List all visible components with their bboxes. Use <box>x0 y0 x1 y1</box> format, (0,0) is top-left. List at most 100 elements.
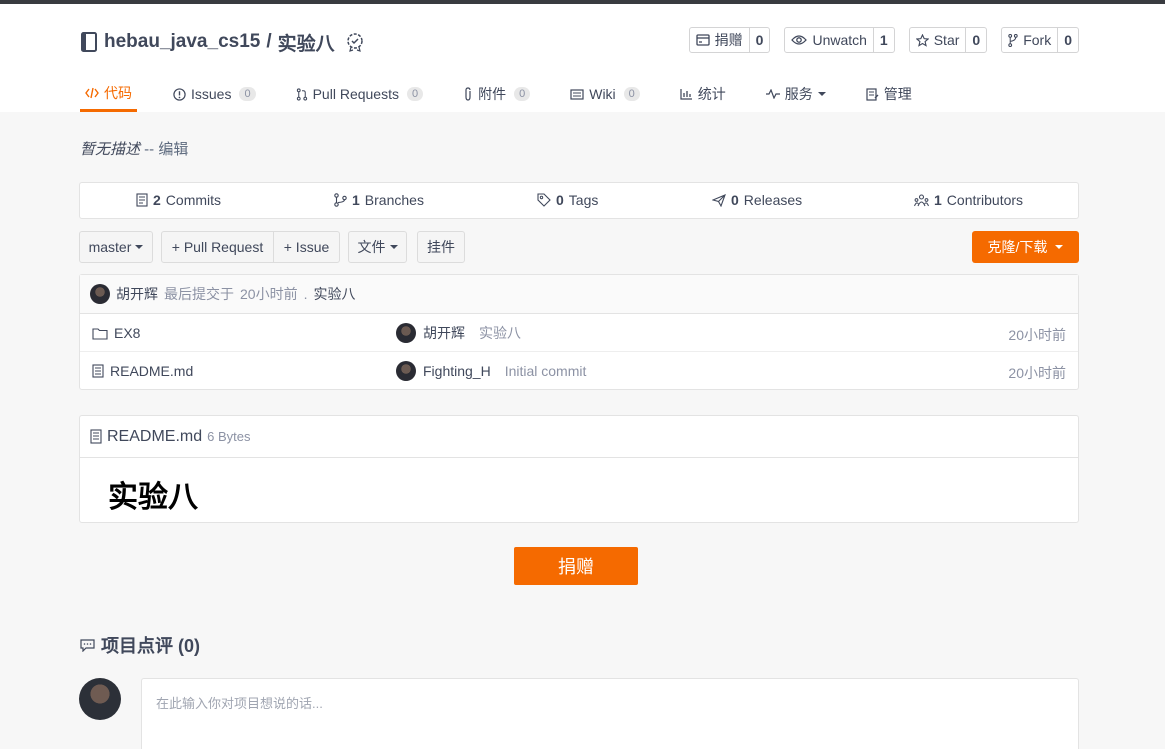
award-icon[interactable] <box>345 32 365 52</box>
stat-commits[interactable]: 2 Commits <box>136 192 221 208</box>
commits-icon <box>136 193 148 207</box>
stat-contributors-count: 1 <box>934 192 942 208</box>
last-commit-author[interactable]: 胡开辉 <box>116 284 158 304</box>
service-icon <box>765 89 780 99</box>
tab-wiki-label: Wiki <box>589 86 616 102</box>
clone-download-button[interactable]: 克隆/下载 <box>972 231 1079 263</box>
tab-services[interactable]: 服务 <box>761 76 831 112</box>
file-menu-label: 文件 <box>357 239 386 255</box>
watch-count[interactable]: 1 <box>872 28 894 52</box>
attachment-icon <box>463 87 473 101</box>
contributors-icon <box>914 193 929 207</box>
stat-contributors[interactable]: 1 Contributors <box>914 192 1023 208</box>
avatar[interactable] <box>396 361 416 381</box>
issue-icon <box>173 87 186 101</box>
new-pull-request-button[interactable]: + Pull Request <box>161 231 274 263</box>
new-issue-button[interactable]: + Issue <box>273 231 340 263</box>
release-icon <box>712 193 726 207</box>
tab-wiki[interactable]: Wiki 0 <box>565 76 645 112</box>
repo-name-link[interactable]: 实验八 <box>278 29 335 56</box>
avatar[interactable] <box>79 678 121 720</box>
star-action[interactable]: Star 0 <box>908 27 988 53</box>
file-icon <box>90 429 102 444</box>
new-pull-request-label: + Pull Request <box>171 239 264 255</box>
file-author[interactable]: 胡开辉 <box>423 323 465 343</box>
eye-icon <box>791 34 808 46</box>
avatar[interactable] <box>396 323 416 343</box>
file-icon <box>92 364 104 378</box>
donate-count[interactable]: 0 <box>748 28 770 52</box>
branch-select[interactable]: master <box>79 231 153 263</box>
tab-pull-requests-count: 0 <box>406 87 424 101</box>
manage-icon <box>866 87 879 101</box>
repo-header: hebau_java_cs15 / 实验八 捐赠 0 Unwatch 1 Sta… <box>0 4 1165 112</box>
fork-count[interactable]: 0 <box>1057 28 1078 52</box>
comments-title-text: 项目点评 (0) <box>101 636 200 656</box>
stat-branches[interactable]: 1 Branches <box>334 192 424 208</box>
last-commit-text: 最后提交于 <box>164 286 234 302</box>
repo-owner-link[interactable]: hebau_java_cs15 <box>104 31 260 53</box>
file-list: 胡开辉 最后提交于 20小时前 . 实验八 EX8 胡开辉 实验八 20小时前 … <box>79 274 1079 390</box>
last-commit-message[interactable]: 实验八 <box>313 284 355 304</box>
repo-title: hebau_java_cs15 / 实验八 <box>80 29 365 56</box>
file-commit-message[interactable]: Initial commit <box>505 363 587 379</box>
tab-wiki-count: 0 <box>623 87 640 101</box>
readme-heading: 实验八 <box>108 481 198 514</box>
table-row: README.md Fighting_H Initial commit 20小时… <box>80 352 1078 390</box>
readme-size: 6 Bytes <box>207 429 251 444</box>
tab-attachments-count: 0 <box>514 87 531 101</box>
file-name-link[interactable]: README.md <box>110 363 193 379</box>
readme-filename: README.md <box>107 427 203 445</box>
chevron-down-icon <box>817 92 826 96</box>
stat-tags-label: Tags <box>568 192 599 208</box>
repo-actions: 捐赠 0 Unwatch 1 Star 0 Fork 0 <box>688 27 1079 53</box>
tab-code[interactable]: 代码 <box>80 76 137 112</box>
last-commit-bar: 胡开辉 最后提交于 20小时前 . 实验八 <box>80 275 1078 314</box>
tab-attachments[interactable]: 附件 0 <box>458 76 535 112</box>
donate-action[interactable]: 捐赠 0 <box>688 27 771 53</box>
last-commit-dot: . <box>303 286 308 302</box>
tag-icon <box>537 193 551 207</box>
stat-releases[interactable]: 0 Releases <box>712 192 802 208</box>
tab-issues[interactable]: Issues 0 <box>168 76 261 112</box>
star-action-label: Star <box>933 32 960 48</box>
stat-branches-label: Branches <box>364 192 424 208</box>
star-count[interactable]: 0 <box>965 28 986 52</box>
tab-pull-requests[interactable]: Pull Requests 0 <box>291 76 429 112</box>
fork-icon <box>1008 33 1018 47</box>
file-author[interactable]: Fighting_H <box>423 363 491 379</box>
tab-manage[interactable]: 管理 <box>861 76 917 112</box>
comment-input[interactable]: 在此输入你对项目想说的话... <box>141 678 1079 749</box>
repo-stats-bar: 2 Commits 1 Branches 0 Tags 0 Releases 1 Cont… <box>79 182 1079 219</box>
tab-stats-label: 统计 <box>697 86 726 102</box>
chevron-down-icon <box>389 245 398 249</box>
table-row: EX8 胡开辉 实验八 20小时前 <box>80 314 1078 352</box>
file-commit-message[interactable]: 实验八 <box>479 323 521 343</box>
readme-header: README.md 6 Bytes <box>80 416 1078 458</box>
pull-request-icon <box>296 87 308 101</box>
wiki-icon <box>570 88 584 100</box>
tab-services-label: 服务 <box>784 86 813 102</box>
unwatch-action[interactable]: Unwatch 1 <box>784 27 895 53</box>
edit-description-link[interactable]: 编辑 <box>158 141 188 158</box>
fork-action-label: Fork <box>1023 32 1052 48</box>
branch-icon <box>334 193 347 207</box>
avatar[interactable] <box>90 284 110 304</box>
tab-pull-requests-label: Pull Requests <box>312 86 399 102</box>
readme-panel: README.md 6 Bytes 实验八 <box>79 415 1079 523</box>
file-time: 20小时前 <box>1008 327 1066 343</box>
file-name-link[interactable]: EX8 <box>114 325 140 341</box>
stat-branches-count: 1 <box>352 192 360 208</box>
description-text: 暂无描述 <box>80 141 141 158</box>
unwatch-action-label: Unwatch <box>812 32 867 48</box>
tab-stats[interactable]: 统计 <box>675 76 731 112</box>
donate-button[interactable]: 捐赠 <box>514 547 638 585</box>
tab-issues-count: 0 <box>239 87 256 101</box>
file-time: 20小时前 <box>1008 365 1066 381</box>
stat-tags[interactable]: 0 Tags <box>537 192 598 208</box>
fork-action[interactable]: Fork 0 <box>1001 27 1079 53</box>
stat-commits-count: 2 <box>153 192 161 208</box>
widget-button[interactable]: 挂件 <box>417 231 465 263</box>
comments-title: 项目点评 (0) <box>80 632 200 658</box>
file-menu-button[interactable]: 文件 <box>348 231 407 263</box>
